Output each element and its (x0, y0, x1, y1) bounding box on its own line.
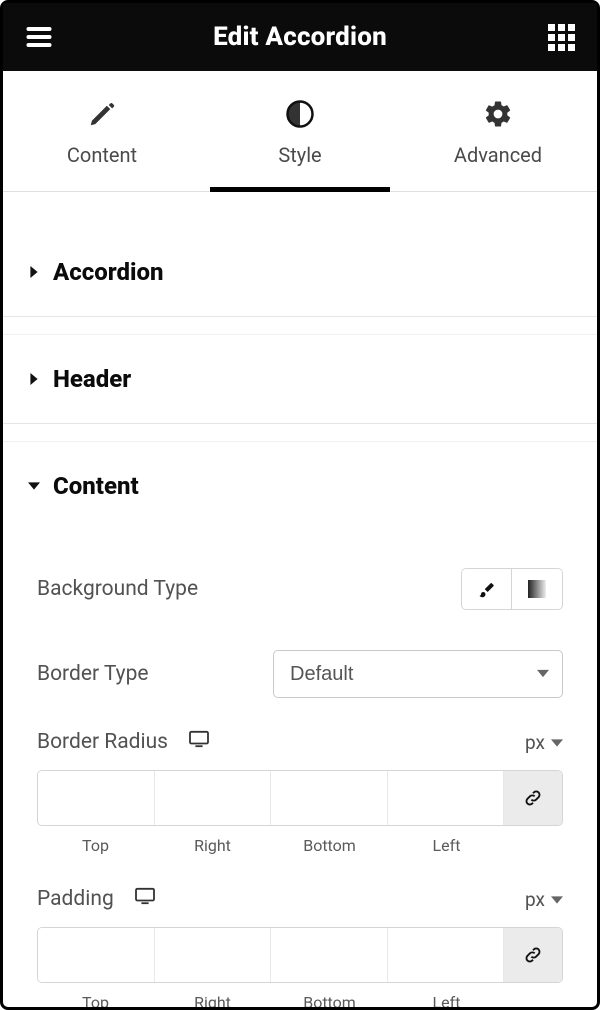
section-title: Accordion (53, 258, 163, 286)
tab-label: Style (278, 143, 321, 167)
border-radius-right-input[interactable] (155, 771, 272, 825)
caret-down-icon (27, 479, 41, 493)
tab-label: Advanced (454, 143, 542, 167)
padding-link-button[interactable] (504, 928, 562, 982)
side-label-left: Left (388, 836, 505, 855)
tab-advanced[interactable]: Advanced (399, 71, 597, 191)
side-label-right: Right (154, 836, 271, 855)
border-radius-row: Border Radius px (27, 718, 573, 768)
tab-label: Content (67, 143, 137, 167)
border-type-row: Border Type Default (27, 630, 573, 718)
gear-icon (483, 99, 513, 129)
pencil-icon (87, 99, 117, 129)
border-radius-top-input[interactable] (38, 771, 155, 825)
background-type-buttons (461, 568, 563, 610)
panel-tabs: Content Style Advanced (3, 71, 597, 192)
chevron-down-icon (551, 731, 563, 754)
side-label-bottom: Bottom (271, 993, 388, 1007)
tab-style[interactable]: Style (201, 71, 399, 191)
section-content-body: Background Type Border Type Default (3, 530, 597, 1007)
section-title: Header (53, 365, 131, 393)
caret-right-icon (27, 372, 41, 386)
border-type-select[interactable]: Default (273, 650, 563, 698)
padding-left-input[interactable] (388, 928, 505, 982)
background-classic-button[interactable] (462, 569, 512, 609)
section-content-header[interactable]: Content (3, 442, 597, 530)
border-radius-bottom-input[interactable] (271, 771, 388, 825)
border-radius-inputs (37, 770, 563, 826)
hamburger-icon (24, 22, 54, 52)
padding-bottom-input[interactable] (271, 928, 388, 982)
section-accordion-header[interactable]: Accordion (3, 228, 597, 317)
background-type-label: Background Type (37, 577, 198, 601)
padding-label: Padding (37, 887, 114, 911)
tab-content[interactable]: Content (3, 71, 201, 191)
half-circle-icon (285, 99, 315, 129)
border-type-select-wrap: Default (273, 650, 563, 698)
apps-grid-icon (548, 24, 575, 51)
gradient-icon (528, 580, 546, 598)
top-bar: Edit Accordion (3, 3, 597, 71)
unit-label: px (525, 731, 545, 754)
side-label-top: Top (37, 836, 154, 855)
caret-right-icon (27, 265, 41, 279)
background-gradient-button[interactable] (512, 569, 562, 609)
chevron-down-icon (551, 888, 563, 911)
brush-icon (478, 580, 496, 598)
border-type-label: Border Type (37, 662, 149, 686)
border-radius-link-button[interactable] (504, 771, 562, 825)
padding-right-input[interactable] (155, 928, 272, 982)
padding-top-input[interactable] (38, 928, 155, 982)
side-label-right: Right (154, 993, 271, 1007)
link-icon (523, 945, 543, 965)
background-type-row: Background Type (27, 548, 573, 630)
padding-unit-button[interactable]: px (525, 888, 563, 911)
padding-inputs (37, 927, 563, 983)
responsive-device-button[interactable] (134, 887, 156, 911)
section-header-header[interactable]: Header (3, 335, 597, 424)
padding-side-labels: Top Right Bottom Left (37, 993, 563, 1007)
section-title: Content (53, 472, 139, 500)
link-icon (523, 788, 543, 808)
border-radius-label: Border Radius (37, 730, 168, 754)
menu-button[interactable] (19, 17, 59, 57)
side-label-left: Left (388, 993, 505, 1007)
page-title: Edit Accordion (213, 22, 387, 52)
apps-button[interactable] (541, 17, 581, 57)
sections-container: Accordion Header Content Background Type (3, 192, 597, 1007)
border-radius-side-labels: Top Right Bottom Left (37, 836, 563, 855)
border-radius-unit-button[interactable]: px (525, 731, 563, 754)
responsive-device-button[interactable] (188, 730, 210, 754)
border-radius-left-input[interactable] (388, 771, 505, 825)
side-label-bottom: Bottom (271, 836, 388, 855)
unit-label: px (525, 888, 545, 911)
padding-row: Padding px (27, 875, 573, 925)
side-label-top: Top (37, 993, 154, 1007)
